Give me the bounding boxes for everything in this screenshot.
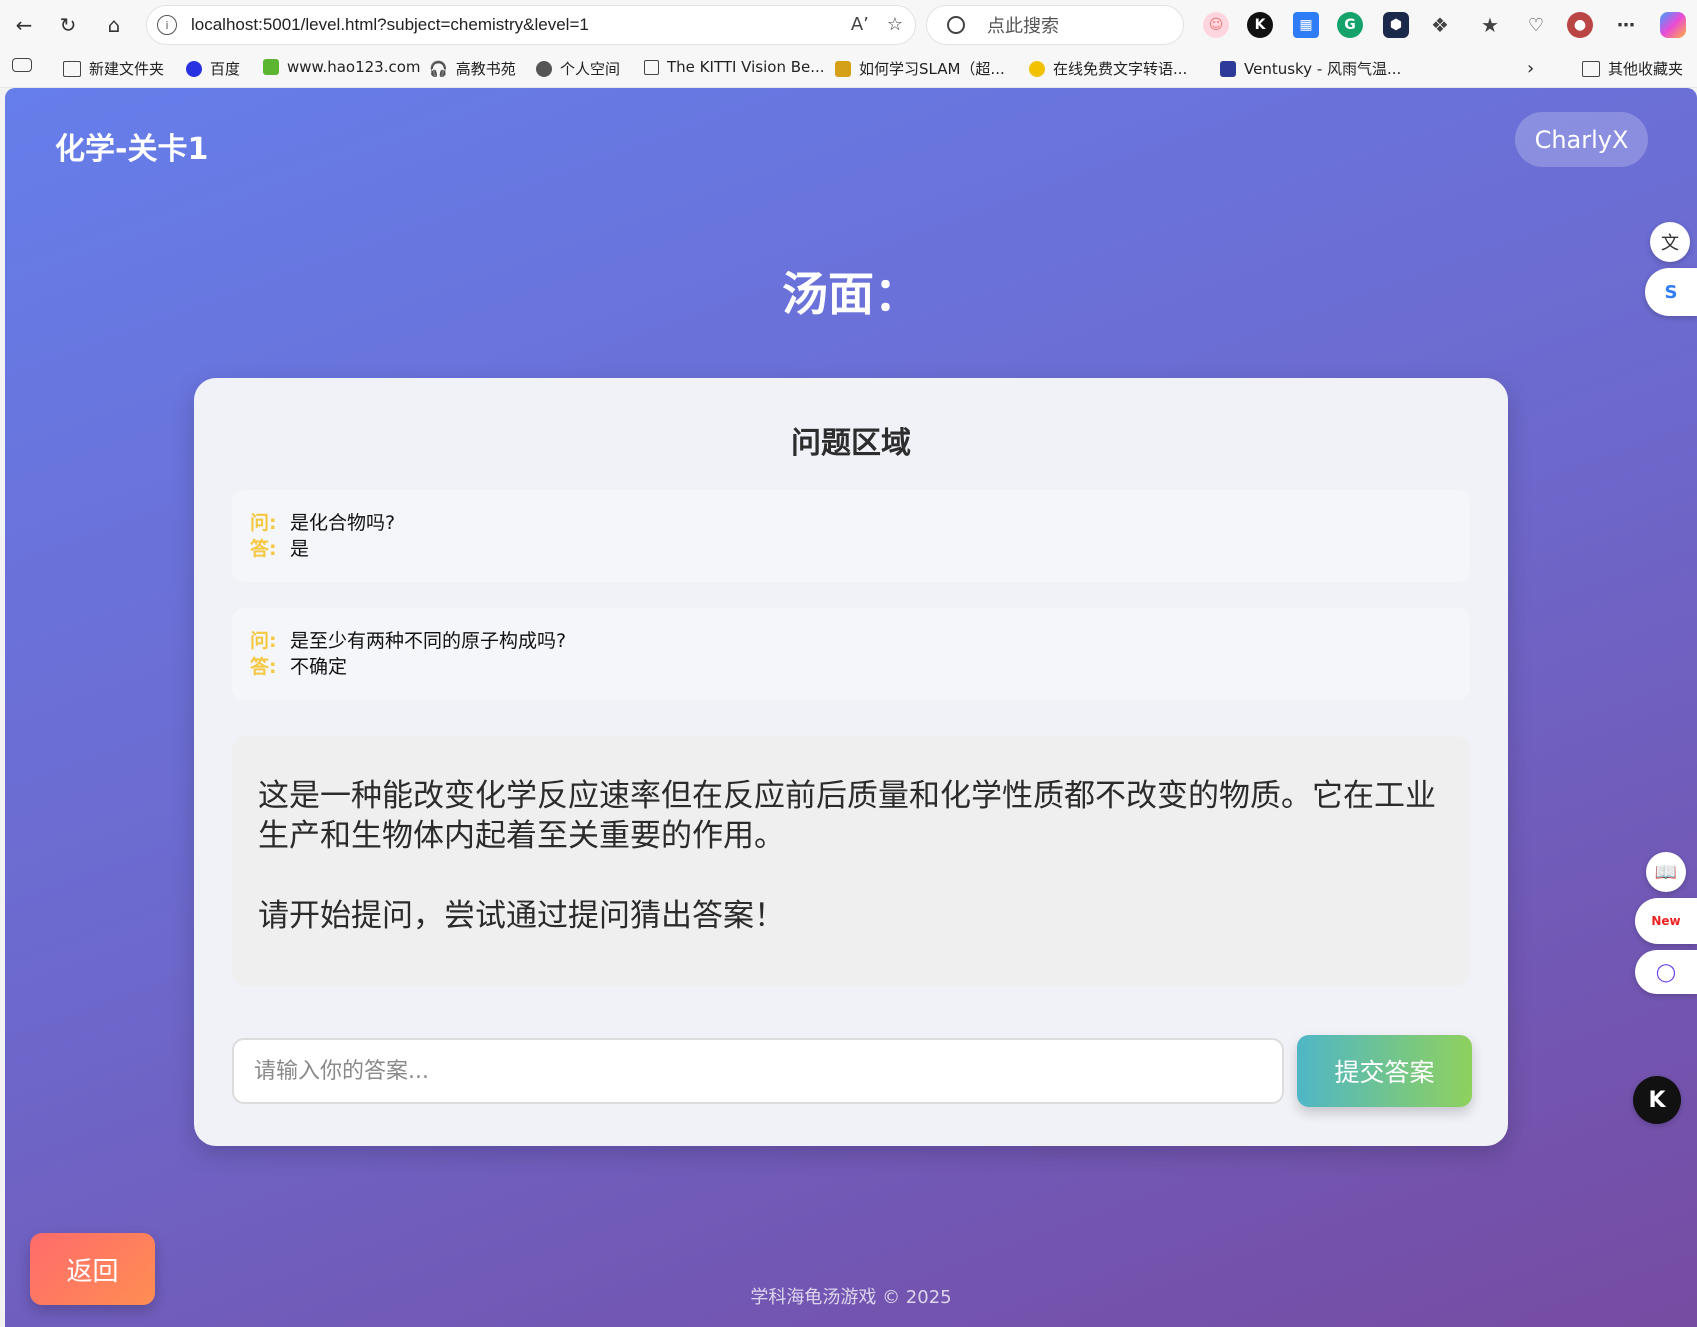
bookmark-folder-new[interactable]: 新建文件夹 [63,58,164,79]
bookmark-slam[interactable]: 如何学习SLAM（超... [835,58,1005,79]
url-text[interactable]: localhost:5001/level.html?subject=chemis… [191,15,589,35]
user-badge[interactable]: CharlyX [1515,112,1648,167]
bookmark-ventusky[interactable]: Ventusky - 风雨气温... [1220,58,1401,79]
bookmark-hao123[interactable]: www.hao123.com [263,58,421,76]
read-aloud-icon[interactable]: A’ [851,14,869,35]
question-text: 是至少有两种不同的原子构成吗? [290,630,567,652]
question-card: 问题区域 问: 是化合物吗? 答: 是 问: 是至少有两种不同的原子构成吗? 答: 不确… [194,378,1508,1146]
translate-extension-icon[interactable]: ▦ [1293,12,1319,38]
submit-answer-button[interactable]: 提交答案 [1297,1035,1472,1107]
search-icon [947,16,965,34]
globe-icon [536,60,552,77]
answer-text: 不确定 [290,656,348,678]
bookmarks-bar: 新建文件夹 百度 www.hao123.com 🎧 高教书苑 个人空间 The K… [0,50,1697,88]
refresh-icon[interactable]: ↻ [52,9,84,41]
address-bar[interactable]: i localhost:5001/level.html?subject=chem… [146,5,916,45]
browser-toolbar: ← ↻ ⌂ i localhost:5001/level.html?subjec… [0,0,1697,50]
search-placeholder: 点此搜索 [987,16,1059,37]
bookmark-baidu[interactable]: 百度 [186,58,240,79]
hexagon-extension-icon[interactable]: ⬢ [1383,12,1409,38]
home-icon[interactable]: ⌂ [98,9,130,41]
page-icon [644,59,659,75]
copilot-icon[interactable] [1660,12,1686,38]
answer-label: 答: [250,538,277,560]
question-label: 问: [250,512,277,534]
question-area-title: 问题区域 [791,426,911,461]
search-box[interactable]: 点此搜索 [926,5,1184,45]
page-background: 化学-关卡1 CharlyX 汤面： 问题区域 问: 是化合物吗? 答: 是 问: 是… [5,88,1697,1327]
bookmark-other-favorites[interactable]: 其他收藏夹 [1582,58,1683,79]
answer-label: 答: [250,656,277,678]
bookmark-kitti[interactable]: The KITTI Vision Be... [644,58,825,76]
collections-icon[interactable] [12,58,32,72]
question-text: 是化合物吗? [290,512,396,534]
folder-icon [63,60,81,77]
k-floating-icon[interactable]: K [1633,1076,1681,1124]
cat-extension-icon[interactable]: ☺ [1203,12,1229,38]
grammarly-icon[interactable]: G [1337,12,1363,38]
headphones-icon: 🎧 [429,59,448,78]
page-title: 化学-关卡1 [55,132,209,167]
bookmark-gaojiao[interactable]: 🎧 高教书苑 [429,58,516,79]
reader-book-icon[interactable]: 📖 [1646,852,1686,892]
story-box: 这是一种能改变化学反应速率但在反应前后质量和化学性质都不改变的物质。它在工业生产… [232,736,1470,986]
translate-icon[interactable]: 文 [1650,222,1690,262]
bookmarks-overflow-chevron-icon[interactable]: › [1527,58,1534,79]
profile-avatar[interactable]: ● [1567,12,1593,38]
bookmark-tts[interactable]: 在线免费文字转语... [1029,58,1187,79]
k-extension-icon[interactable]: K [1247,12,1273,38]
favorite-star-icon[interactable]: ☆ [887,14,903,35]
ventusky-icon [1220,60,1236,77]
more-menu-icon[interactable]: ⋯ [1613,12,1639,38]
story-text: 这是一种能改变化学反应速率但在反应前后质量和化学性质都不改变的物质。它在工业生产… [258,778,1436,854]
puzzle-icon[interactable]: ❖ [1427,12,1453,38]
favorites-icon[interactable]: ★ [1477,12,1503,38]
story-prompt: 请开始提问，尝试通过提问猜出答案！ [258,898,785,934]
back-arrow-icon[interactable]: ← [8,9,40,41]
bot-face-icon[interactable]: ◯ [1635,950,1697,994]
soup-title: 汤面： [782,267,920,321]
question-label: 问: [250,630,277,652]
footer-text: 学科海龟汤游戏 © 2025 [750,1287,952,1308]
answer-input[interactable] [232,1038,1284,1104]
box-icon [835,60,851,77]
hao123-icon [263,59,279,75]
qa-item: 问: 是至少有两种不同的原子构成吗? 答: 不确定 [232,608,1470,700]
qa-item: 问: 是化合物吗? 答: 是 [232,490,1470,582]
baidu-paw-icon [186,60,202,77]
assistant-floating-icon[interactable]: S [1645,268,1697,316]
folder-icon [1582,60,1600,77]
site-info-icon[interactable]: i [157,15,177,35]
new-feature-icon[interactable]: New [1635,898,1697,944]
answer-text: 是 [290,538,310,560]
health-icon[interactable]: ♡ [1523,12,1549,38]
emoji-icon [1029,60,1045,77]
bookmark-personal-space[interactable]: 个人空间 [536,58,620,79]
